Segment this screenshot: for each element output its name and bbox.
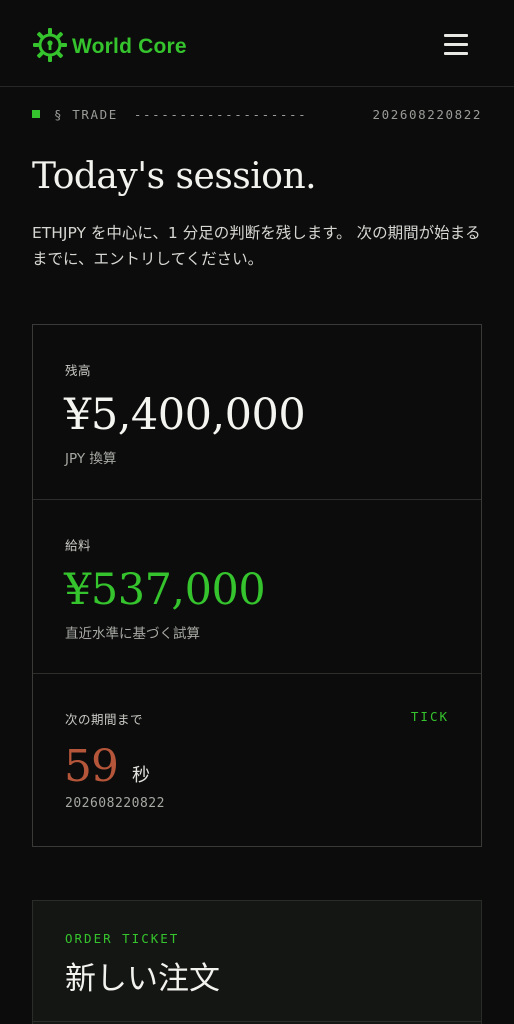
salary-stat: 給料 ¥537,000 直近水準に基づく試算 — [33, 499, 481, 673]
order-ticket-title: 新しい注文 — [65, 961, 220, 997]
section-timestamp: 202608220822 — [372, 106, 482, 122]
tick-badge: TICK — [410, 709, 449, 724]
brand-logo[interactable]: World Core — [32, 27, 187, 67]
order-ticket-eyebrow: ORDER TICKET — [65, 931, 180, 946]
section-marker: § TRADE ------------------- 202608220822 — [32, 106, 482, 122]
salary-value: ¥537,000 — [64, 565, 266, 615]
countdown-stat: 次の期間まで TICK 59 秒 202608220822 — [33, 673, 481, 847]
page-title: Today's session. — [32, 156, 317, 197]
countdown-seconds: 59 — [64, 741, 119, 792]
section-label: § TRADE — [54, 106, 118, 122]
menu-button[interactable] — [441, 32, 471, 56]
brand-name: World Core — [72, 35, 187, 58]
countdown-display: 59 秒 — [64, 741, 150, 792]
square-bullet-icon — [32, 110, 40, 118]
intro-text: ETHJPY を中心に、1 分足の判断を残します。 次の期間が始まるまでに、エン… — [32, 224, 481, 268]
countdown-unit: 秒 — [132, 765, 150, 786]
stats-panel: 残高 ¥5,400,000 JPY 換算 給料 ¥537,000 直近水準に基づ… — [32, 324, 482, 847]
order-divider — [33, 1021, 481, 1022]
balance-label: 残高 — [65, 363, 92, 378]
balance-value: ¥5,400,000 — [64, 390, 306, 440]
salary-label: 給料 — [65, 538, 92, 553]
gear-lock-icon — [32, 27, 68, 67]
countdown-timestamp: 202608220822 — [65, 796, 165, 811]
countdown-label: 次の期間まで — [65, 712, 144, 727]
salary-sub: 直近水準に基づく試算 — [65, 626, 200, 642]
balance-sub: JPY 換算 — [65, 451, 117, 467]
balance-stat: 残高 ¥5,400,000 JPY 換算 — [33, 325, 481, 499]
section-divider: ------------------- — [133, 106, 308, 122]
app-header: World Core — [0, 0, 514, 87]
order-ticket-panel: ORDER TICKET 新しい注文 — [32, 900, 482, 1024]
